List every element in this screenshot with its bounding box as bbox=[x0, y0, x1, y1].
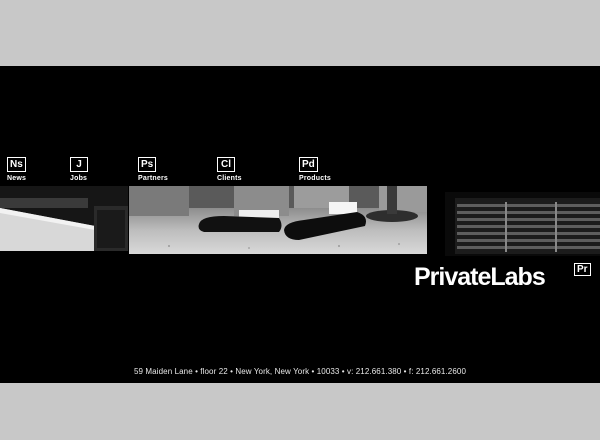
nav-products-label: Products bbox=[299, 175, 331, 182]
photo-blinds bbox=[445, 192, 600, 256]
nav-item-news[interactable]: Ns News bbox=[7, 157, 26, 182]
brand-logo-text: PrivateLabs bbox=[414, 263, 546, 291]
nav-partners-label: Partners bbox=[138, 175, 169, 182]
brand-badge: Pr bbox=[574, 263, 591, 276]
main-stage: Ns News J Jobs Ps Partners Cl Clients Pd… bbox=[0, 66, 600, 383]
desk-illustration bbox=[0, 186, 128, 253]
nav-item-products[interactable]: Pd Products bbox=[299, 157, 331, 182]
nav-clients-abbr: Cl bbox=[217, 157, 235, 172]
nav-item-clients[interactable]: Cl Clients bbox=[217, 157, 242, 182]
nav-news-label: News bbox=[7, 175, 27, 182]
nav-item-jobs[interactable]: J Jobs bbox=[70, 157, 88, 182]
nav-products-abbr: Pd bbox=[299, 157, 318, 172]
nav-item-partners[interactable]: Ps Partners bbox=[138, 157, 168, 182]
nav-jobs-label: Jobs bbox=[70, 175, 88, 182]
nav-news-abbr: Ns bbox=[7, 157, 26, 172]
nav-clients-label: Clients bbox=[217, 175, 242, 182]
blinds-illustration bbox=[445, 192, 600, 256]
feet-illustration bbox=[129, 186, 427, 249]
photo-feet bbox=[129, 186, 427, 254]
nav-jobs-abbr: J bbox=[70, 157, 88, 172]
nav-partners-abbr: Ps bbox=[138, 157, 157, 172]
photo-desk bbox=[0, 186, 128, 253]
footer-address: 59 Maiden Lane • floor 22 • New York, Ne… bbox=[133, 367, 467, 376]
